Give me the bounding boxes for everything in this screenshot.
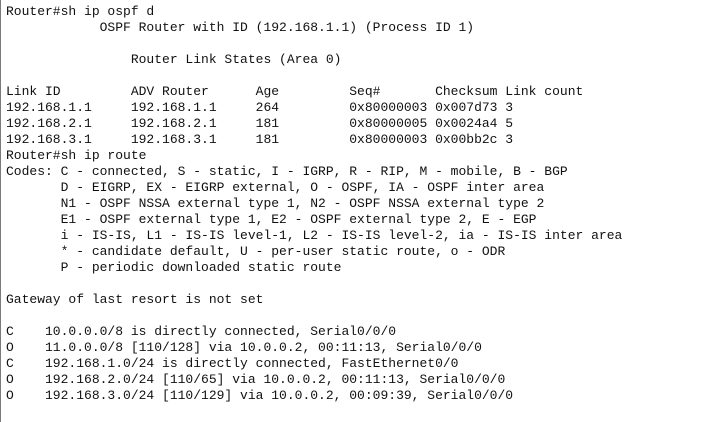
ospf-table-header: Link ID ADV Router Age Seq# Checksum Lin… xyxy=(6,84,584,99)
route-codes-legend: Codes: C - connected, S - static, I - IG… xyxy=(6,164,568,179)
ospf-table-row: 192.168.3.1 192.168.3.1 181 0x80000003 0… xyxy=(6,132,514,147)
route-codes-legend: E1 - OSPF external type 1, E2 - OSPF ext… xyxy=(6,212,537,227)
terminal-line-ospf-router-id: OSPF Router with ID (192.168.1.1) (Proce… xyxy=(6,20,475,35)
terminal-window[interactable]: Router#sh ip ospf d OSPF Router with ID … xyxy=(0,0,712,422)
route-entry: C 192.168.1.0/24 is directly connected, … xyxy=(6,356,459,371)
route-entry: O 11.0.0.0/8 [110/128] via 10.0.0.2, 00:… xyxy=(6,340,482,355)
terminal-line-link-states-heading: Router Link States (Area 0) xyxy=(6,52,342,67)
route-codes-legend: P - periodic downloaded static route xyxy=(6,260,342,275)
route-entry: O 192.168.3.0/24 [110/129] via 10.0.0.2,… xyxy=(6,388,514,403)
route-entry: O 192.168.2.0/24 [110/65] via 10.0.0.2, … xyxy=(6,372,506,387)
route-codes-legend: N1 - OSPF NSSA external type 1, N2 - OSP… xyxy=(6,196,545,211)
route-codes-legend: D - EIGRP, EX - EIGRP external, O - OSPF… xyxy=(6,180,545,195)
window-left-border xyxy=(0,0,1,422)
terminal-line-prompt-ospf: Router#sh ip ospf d xyxy=(6,4,155,19)
ospf-table-row: 192.168.2.1 192.168.2.1 181 0x80000005 0… xyxy=(6,116,514,131)
gateway-of-last-resort: Gateway of last resort is not set xyxy=(6,292,264,307)
route-entry: C 10.0.0.0/8 is directly connected, Seri… xyxy=(6,324,397,339)
terminal-output[interactable]: Router#sh ip ospf d OSPF Router with ID … xyxy=(6,4,622,404)
ospf-table-row: 192.168.1.1 192.168.1.1 264 0x80000003 0… xyxy=(6,100,514,115)
terminal-line-prompt-route: Router#sh ip route xyxy=(6,148,147,163)
route-codes-legend: i - IS-IS, L1 - IS-IS level-1, L2 - IS-I… xyxy=(6,228,623,243)
route-codes-legend: * - candidate default, U - per-user stat… xyxy=(6,244,506,259)
